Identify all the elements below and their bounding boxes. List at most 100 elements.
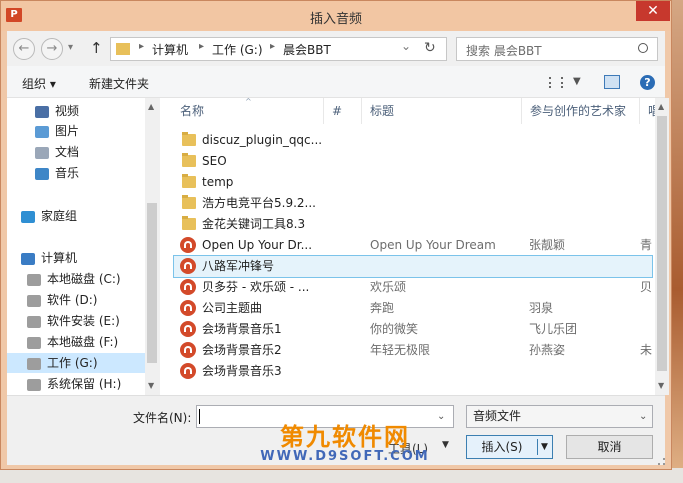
breadcrumb-separator: ▸	[199, 41, 205, 52]
insert-button[interactable]: 插入(S) ▼	[466, 435, 553, 459]
chevron-down-icon[interactable]: ⌄	[639, 406, 647, 427]
new-folder-button[interactable]: 新建文件夹	[89, 75, 149, 92]
drive-icon	[27, 378, 41, 391]
sidebar-item[interactable]: 软件 (D:)	[27, 290, 97, 310]
folder-row[interactable]: discuz_plugin_qqc...	[174, 130, 652, 151]
breadcrumb-item-computer[interactable]: 计算机	[152, 41, 188, 58]
sidebar-scrollbar[interactable]: ▲ ▼	[145, 98, 159, 395]
file-name: 公司主题曲	[202, 301, 263, 315]
scroll-up-icon[interactable]: ▲	[148, 102, 154, 111]
audio-file-row[interactable]: 贝多芬 - 欢乐颂 - ... 欢乐颂 贝	[174, 277, 652, 298]
sidebar-item[interactable]: 图片	[35, 121, 79, 141]
preview-pane-icon[interactable]	[604, 75, 620, 89]
column-header-number[interactable]: #	[324, 98, 362, 124]
address-dropdown-icon[interactable]: ⌄	[401, 39, 411, 53]
text-cursor	[199, 409, 200, 424]
sidebar-item[interactable]: 视频	[35, 101, 79, 121]
folder-row[interactable]: SEO	[174, 151, 652, 172]
scroll-down-icon[interactable]: ▼	[658, 381, 664, 390]
watermark-logo: 第九软件网	[280, 423, 410, 451]
search-input[interactable]: 搜索 晨会BBT	[466, 42, 542, 59]
file-name: 会场背景音乐1	[202, 322, 282, 336]
chevron-down-icon[interactable]: ▼	[573, 76, 581, 87]
audio-file-icon	[180, 321, 196, 337]
sidebar-item-label: 软件安装 (E:)	[47, 314, 120, 328]
filename-label: 文件名(N):	[133, 411, 192, 425]
audio-file-row[interactable]: 会场背景音乐3	[174, 361, 652, 382]
back-button[interactable]: ←	[13, 38, 35, 60]
audio-file-icon	[180, 342, 196, 358]
document-icon	[35, 146, 49, 159]
music-icon	[35, 167, 49, 180]
refresh-icon[interactable]: ↻	[424, 40, 436, 56]
chevron-down-icon[interactable]: ▼	[442, 440, 449, 450]
close-button[interactable]: ✕	[636, 1, 670, 21]
sidebar-item[interactable]: 本地磁盘 (C:)	[27, 269, 121, 289]
folder-icon	[182, 132, 196, 146]
up-button[interactable]: ↑	[90, 39, 104, 57]
sidebar-item-label: 系统保留 (H:)	[47, 377, 122, 391]
audio-file-row[interactable]: 公司主题曲 奔跑 羽泉	[174, 298, 652, 319]
drive-icon	[27, 315, 41, 328]
folder-icon	[182, 216, 196, 230]
file-name: 会场背景音乐2	[202, 343, 282, 357]
audio-file-icon	[180, 279, 196, 295]
sidebar-item[interactable]: 系统保留 (H:)	[27, 374, 121, 394]
file-album: 青	[640, 238, 652, 252]
file-name: temp	[202, 175, 234, 189]
file-list-scroll-thumb[interactable]	[657, 116, 667, 371]
cancel-button[interactable]: 取消	[566, 435, 653, 459]
breadcrumb-item-drive-g[interactable]: 工作 (G:)	[212, 41, 263, 58]
resize-grip-icon[interactable]	[658, 458, 665, 465]
file-name: 八路军冲锋号	[202, 259, 275, 273]
column-header-title[interactable]: 标题	[362, 98, 522, 124]
sidebar-item[interactable]: 音乐	[35, 163, 79, 183]
chevron-down-icon[interactable]: ▾	[68, 42, 78, 53]
audio-file-icon	[180, 258, 196, 274]
search-icon[interactable]	[638, 43, 648, 53]
breadcrumb-separator: ▸	[139, 41, 145, 52]
breadcrumb-item-current[interactable]: 晨会BBT	[283, 41, 331, 58]
audio-file-row[interactable]: Open Up Your Dr... Open Up Your Dream 张靓颖 青	[174, 235, 652, 256]
sidebar-item[interactable]: 家庭组	[21, 206, 77, 226]
folder-row[interactable]: temp	[174, 172, 652, 193]
folder-row[interactable]: 浩方电竞平台5.9.2...	[174, 193, 652, 214]
drive-icon	[27, 294, 41, 307]
sidebar-item[interactable]: 计算机	[21, 248, 77, 268]
sidebar-item[interactable]: 文档	[35, 142, 79, 162]
audio-file-icon	[180, 300, 196, 316]
file-type-select[interactable]: 音频文件 ⌄	[466, 405, 653, 428]
scroll-down-icon[interactable]: ▼	[148, 381, 154, 390]
search-box[interactable]: 搜索 晨会BBT	[456, 37, 658, 61]
file-artist: 孙燕姿	[529, 343, 566, 357]
audio-file-row[interactable]: 会场背景音乐2 年轻无极限 孙燕姿 未	[174, 340, 652, 361]
audio-file-icon	[180, 237, 196, 253]
sidebar-item[interactable]: 本地磁盘 (F:)	[27, 332, 118, 352]
background-right	[671, 0, 683, 483]
file-title: 年轻无极限	[370, 343, 431, 357]
column-header-artist[interactable]: 参与创作的艺术家	[522, 98, 640, 124]
organize-button[interactable]: 组织 ▾	[22, 75, 56, 92]
forward-button[interactable]: →	[41, 38, 63, 60]
help-icon[interactable]: ?	[640, 75, 655, 90]
folder-row[interactable]: 金花关键词工具8.3	[174, 214, 652, 235]
drive-icon	[27, 357, 41, 370]
address-bar[interactable]: ▸ 计算机 ▸ 工作 (G:) ▸ 晨会BBT ⌄ ↻	[110, 37, 447, 61]
file-list-scrollbar[interactable]: ▲ ▼	[655, 98, 669, 395]
folder-icon	[182, 153, 196, 167]
insert-button-label: 插入(S)	[481, 440, 523, 454]
file-album: 未	[640, 343, 652, 357]
chevron-down-icon[interactable]: ▼	[541, 436, 548, 458]
background-bottom	[0, 468, 683, 483]
scroll-up-icon[interactable]: ▲	[658, 102, 664, 111]
sidebar-item[interactable]: 工作 (G:)	[7, 353, 145, 373]
column-header-album[interactable]: 唱	[640, 98, 655, 124]
audio-file-row[interactable]: 八路军冲锋号	[173, 255, 653, 278]
file-name: SEO	[202, 154, 227, 168]
sidebar-item-label: 本地磁盘 (F:)	[47, 335, 119, 349]
audio-file-row[interactable]: 会场背景音乐1 你的微笑 飞儿乐团	[174, 319, 652, 340]
sidebar-item[interactable]: 软件安装 (E:)	[27, 311, 120, 331]
view-options-icon[interactable]	[549, 77, 563, 88]
sidebar-scroll-thumb[interactable]	[147, 203, 157, 363]
file-artist: 羽泉	[529, 301, 554, 315]
